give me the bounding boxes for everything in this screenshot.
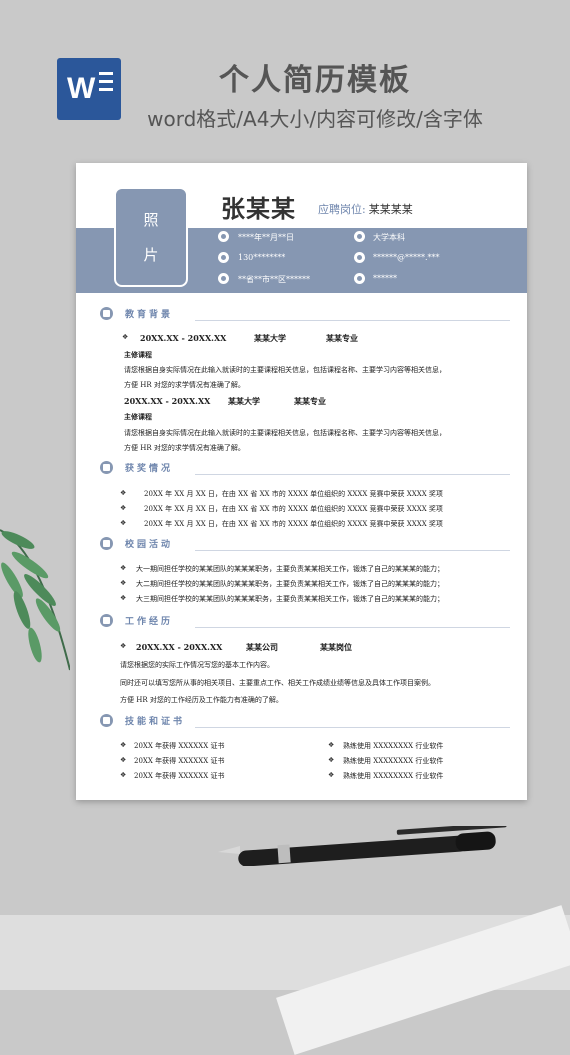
work-desc: 方便 HR 对您的工作经历及工作能力有准确的了解。 (120, 696, 283, 704)
edu-period: 20XX.XX - 20XX.XX (140, 333, 227, 343)
divider (195, 320, 510, 321)
section-campus: 校园活动 (100, 535, 510, 553)
tools-icon (100, 714, 113, 727)
award-item: 20XX 年 XX 月 XX 日，在由 XX 省 XX 市的 XXXX 单位组织… (144, 520, 443, 528)
email-address: ******@*****.*** (373, 253, 440, 262)
award-icon (100, 461, 113, 474)
bullet-icon: ❖ (120, 741, 127, 749)
work-desc: 请您根据您的实际工作情况写您的基本工作内容。 (120, 661, 274, 669)
anchor-icon (100, 537, 113, 550)
course-desc: 方便 HR 对您的求学情况有准确了解。 (124, 444, 245, 452)
page-title: 个人简历模板 (219, 63, 411, 98)
section-skills: 技能和证书 (100, 712, 510, 730)
section-work: 工作经历 (100, 612, 510, 630)
work-desc: 同时还可以填写您所从事的相关项目、主要重点工作、相关工作成绩业绩等信息及具体工作… (120, 679, 435, 687)
divider (195, 627, 510, 628)
bullet-icon: ❖ (120, 594, 127, 602)
edu-school: 某某大学 (254, 333, 286, 343)
home-address: **省**市**区****** (238, 275, 310, 284)
photo-placeholder: 照 片 (114, 187, 188, 287)
bullet-icon: ❖ (120, 579, 127, 587)
bullet-icon: ❖ (328, 771, 335, 779)
section-title: 校园活动 (125, 540, 174, 550)
course-label: 主修课程 (124, 412, 152, 421)
calendar-icon (218, 231, 229, 242)
divider (195, 727, 510, 728)
section-education: 教育背景 (100, 305, 510, 323)
course-label: 主修课程 (124, 350, 152, 359)
award-item: 20XX 年 XX 月 XX 日，在由 XX 省 XX 市的 XXXX 单位组织… (144, 505, 443, 513)
section-title: 获奖情况 (125, 464, 174, 474)
apply-value: 某某某某 (368, 203, 413, 216)
skill-item: 熟练使用 XXXXXXXX 行业软件 (343, 757, 444, 765)
candidate-name: 张某某 (221, 195, 296, 223)
email-icon (354, 252, 365, 263)
certificate-item: 20XX 年获得 XXXXXX 证书 (134, 742, 225, 750)
work-company: 某某公司 (246, 642, 278, 652)
apply-position: 应聘岗位: 某某某某 (318, 201, 413, 217)
course-desc: 方便 HR 对您的求学情况有准确了解。 (124, 381, 245, 389)
page-subtitle: word格式/A4大小/内容可修改/含字体 (147, 107, 483, 131)
work-period: 20XX.XX - 20XX.XX (136, 642, 223, 652)
bullet-icon: ❖ (120, 489, 127, 497)
divider (195, 550, 510, 551)
campus-item: 大二期间担任学校的某某团队的某某某职务，主要负责某某相关工作，锻炼了自己的某某某… (136, 580, 444, 588)
phone-icon (218, 252, 229, 263)
bullet-icon: ❖ (328, 756, 335, 764)
edu-major: 某某专业 (294, 396, 326, 406)
other-info: ****** (373, 274, 397, 283)
skill-item: 熟练使用 XXXXXXXX 行业软件 (343, 772, 444, 780)
edu-school: 某某大学 (228, 396, 260, 406)
skill-item: 熟练使用 XXXXXXXX 行业软件 (343, 742, 444, 750)
phone-number: 130******** (238, 253, 286, 262)
section-title: 技能和证书 (125, 717, 186, 727)
bullet-icon: ❖ (120, 519, 127, 527)
photo-char-2: 片 (143, 246, 159, 264)
certificate-item: 20XX 年获得 XXXXXX 证书 (134, 757, 225, 765)
graduation-icon (354, 231, 365, 242)
edu-major: 某某专业 (326, 333, 358, 343)
work-position: 某某岗位 (320, 642, 352, 652)
campus-item: 大一期间担任学校的某某团队的某某某职务，主要负责某某相关工作，锻炼了自己的某某某… (136, 565, 444, 573)
bullet-icon: ❖ (120, 642, 127, 650)
bullet-icon: ❖ (120, 564, 127, 572)
bullet-icon: ❖ (328, 741, 335, 749)
birth-date: ****年**月**日 (238, 233, 294, 242)
bullet-icon: ❖ (120, 504, 127, 512)
section-title: 工作经历 (125, 617, 174, 627)
edu-period: 20XX.XX - 20XX.XX (124, 396, 211, 406)
divider (195, 474, 510, 475)
apply-label: 应聘岗位: (318, 203, 366, 216)
pen-image (218, 826, 507, 866)
location-icon (218, 273, 229, 284)
award-item: 20XX 年 XX 月 XX 日，在由 XX 省 XX 市的 XXXX 单位组织… (144, 490, 443, 498)
leaf-decoration (0, 529, 70, 671)
course-desc: 请您根据自身实际情况在此输入就读时的主要课程相关信息，包括课程名称、主要学习内容… (124, 429, 446, 437)
course-desc: 请您根据自身实际情况在此输入就读时的主要课程相关信息，包括课程名称、主要学习内容… (124, 366, 446, 374)
section-title: 教育背景 (125, 310, 174, 320)
certificate-item: 20XX 年获得 XXXXXX 证书 (134, 772, 225, 780)
campus-item: 大三期间担任学校的某某团队的某某某职务，主要负责某某相关工作，锻炼了自己的某某某… (136, 595, 444, 603)
education-icon (100, 307, 113, 320)
bullet-icon: ❖ (120, 771, 127, 779)
other-icon (354, 273, 365, 284)
resume-page: 照 片 张某某 应聘岗位: 某某某某 ****年**月**日 大学本科 130**… (76, 163, 527, 800)
section-awards: 获奖情况 (100, 459, 510, 477)
briefcase-icon (100, 614, 113, 627)
education-level: 大学本科 (373, 233, 405, 242)
photo-char-1: 照 (143, 211, 159, 229)
bullet-icon: ❖ (122, 333, 129, 341)
bullet-icon: ❖ (120, 756, 127, 764)
